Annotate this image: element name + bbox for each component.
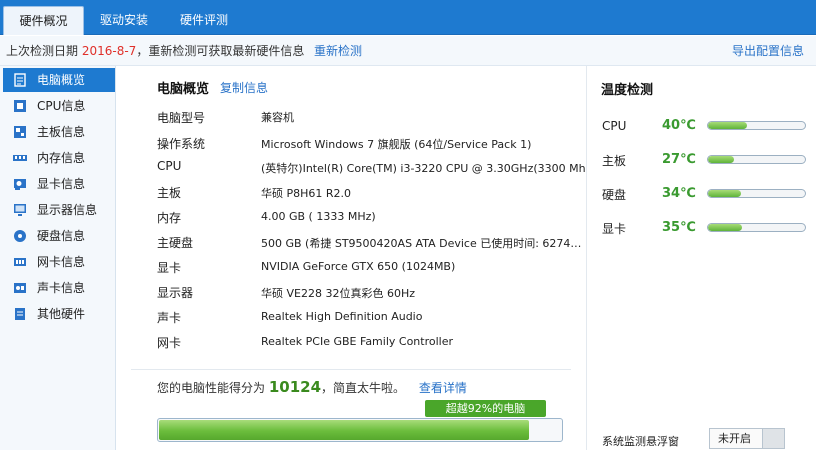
row-label-sound: 声卡 bbox=[157, 311, 182, 325]
sidebar-item-label: 显卡信息 bbox=[37, 177, 86, 191]
temp-bar-fill bbox=[708, 156, 735, 163]
temp-label-disk: 硬盘 bbox=[602, 188, 627, 202]
temp-label-motherboard: 主板 bbox=[602, 154, 627, 168]
sidebar-item-hard-disk[interactable]: 硬盘信息 bbox=[3, 224, 115, 248]
performance-progress-bar bbox=[157, 418, 563, 442]
surpass-badge: 超越92%的电脑 bbox=[425, 400, 546, 417]
sidebar-item-label: 主板信息 bbox=[37, 125, 86, 139]
sidebar-item-label: 内存信息 bbox=[37, 151, 86, 165]
sound-card-icon bbox=[14, 283, 26, 293]
sidebar-item-motherboard[interactable]: 主板信息 bbox=[3, 120, 115, 144]
temp-bar-cpu bbox=[707, 121, 806, 130]
sidebar-item-label: 声卡信息 bbox=[37, 281, 86, 295]
sidebar-item-monitor[interactable]: 显示器信息 bbox=[3, 198, 115, 222]
row-label-os: 操作系统 bbox=[157, 137, 206, 151]
overview-title: 电脑概览 bbox=[157, 82, 210, 97]
temp-value-cpu: 40℃ bbox=[662, 118, 696, 133]
tab-hardware-overview[interactable]: 硬件概况 bbox=[3, 6, 84, 35]
temperature-panel: 温度检测 CPU 40℃ 主板 27℃ 硬盘 34℃ 显卡 35℃ 系统监测悬浮… bbox=[586, 66, 816, 450]
hard-disk-icon bbox=[14, 230, 26, 242]
memory-icon bbox=[13, 155, 27, 161]
sidebar-item-cpu[interactable]: CPU信息 bbox=[3, 94, 115, 118]
motherboard-icon bbox=[14, 126, 26, 138]
temperature-title: 温度检测 bbox=[601, 83, 654, 98]
monitor-icon bbox=[14, 204, 26, 216]
sidebar-item-label: 其他硬件 bbox=[37, 307, 86, 321]
recheck-link[interactable]: 重新检测 bbox=[314, 36, 362, 66]
sidebar-item-memory[interactable]: 内存信息 bbox=[3, 146, 115, 170]
tab-driver-install[interactable]: 驱动安装 bbox=[86, 6, 162, 35]
row-label-disk: 主硬盘 bbox=[157, 236, 194, 250]
row-value-motherboard: 华硕 P8H61 R2.0 bbox=[261, 187, 352, 200]
temp-bar-fill bbox=[708, 122, 747, 129]
overview-panel: 电脑概览 复制信息 电脑型号 兼容机 操作系统 Microsoft Window… bbox=[117, 66, 596, 450]
tab-hardware-benchmark[interactable]: 硬件评测 bbox=[166, 6, 242, 35]
float-window-toggle[interactable]: 未开启 bbox=[709, 428, 785, 449]
row-label-network: 网卡 bbox=[157, 336, 182, 350]
sidebar-item-graphics[interactable]: 显卡信息 bbox=[3, 172, 115, 196]
temp-bar-disk bbox=[707, 189, 806, 198]
performance-progress-fill bbox=[159, 420, 529, 440]
float-window-label: 系统监测悬浮窗 bbox=[602, 435, 679, 448]
row-label-graphics: 显卡 bbox=[157, 261, 182, 275]
row-value-cpu: (英特尔)Intel(R) Core(TM) i3-3220 CPU @ 3.3… bbox=[261, 162, 596, 175]
view-details-link[interactable]: 查看详情 bbox=[419, 381, 467, 395]
cpu-icon bbox=[14, 100, 26, 112]
temp-label-graphics: 显卡 bbox=[602, 222, 627, 236]
row-value-network: Realtek PCIe GBE Family Controller bbox=[261, 335, 454, 348]
temp-bar-graphics bbox=[707, 223, 806, 232]
sidebar-item-label: CPU信息 bbox=[37, 99, 86, 113]
sidebar-item-label: 网卡信息 bbox=[37, 255, 86, 269]
row-value-graphics: NVIDIA GeForce GTX 650 (1024MB) bbox=[261, 260, 456, 273]
copy-info-link[interactable]: 复制信息 bbox=[220, 79, 268, 96]
row-value-model: 兼容机 bbox=[261, 111, 294, 124]
temp-value-disk: 34℃ bbox=[662, 186, 696, 201]
row-label-memory: 内存 bbox=[157, 211, 182, 225]
row-value-monitor: 华硕 VE228 32位真彩色 60Hz bbox=[261, 287, 415, 300]
row-value-memory: 4.00 GB ( 1333 MHz) bbox=[261, 210, 376, 223]
divider bbox=[131, 369, 571, 370]
row-label-cpu: CPU bbox=[157, 159, 182, 173]
last-check-text: 上次检测日期 2016-8-7，重新检测可获取最新硬件信息 bbox=[6, 44, 305, 58]
toggle-knob bbox=[762, 429, 784, 448]
sidebar-item-other[interactable]: 其他硬件 bbox=[3, 302, 115, 326]
sidebar-item-label: 电脑概览 bbox=[37, 73, 86, 87]
sidebar-item-overview[interactable]: 电脑概览 bbox=[3, 68, 115, 92]
last-check-date: 2016-8-7 bbox=[81, 44, 137, 58]
temp-label-cpu: CPU bbox=[602, 119, 627, 133]
performance-score-value: 10124 bbox=[268, 378, 322, 396]
tab-bar: 硬件概况 驱动安装 硬件评测 bbox=[0, 0, 816, 35]
row-value-disk: 500 GB (希捷 ST9500420AS ATA Device 已使用时间:… bbox=[261, 237, 582, 250]
temp-bar-motherboard bbox=[707, 155, 806, 164]
temp-bar-fill bbox=[708, 190, 741, 197]
row-label-monitor: 显示器 bbox=[157, 286, 194, 300]
temp-value-graphics: 35℃ bbox=[662, 220, 696, 235]
sidebar-item-label: 显示器信息 bbox=[37, 203, 98, 217]
row-value-os: Microsoft Windows 7 旗舰版 (64位/Service Pac… bbox=[261, 138, 532, 151]
sidebar: 电脑概览 CPU信息 主板信息 内存信息 显卡信息 显示器信息 硬盘信息 网卡信… bbox=[0, 66, 116, 450]
sidebar-item-label: 硬盘信息 bbox=[37, 229, 86, 243]
sidebar-item-sound[interactable]: 声卡信息 bbox=[3, 276, 115, 300]
sidebar-item-network[interactable]: 网卡信息 bbox=[3, 250, 115, 274]
temp-bar-fill bbox=[708, 224, 742, 231]
other-hardware-icon bbox=[15, 308, 25, 320]
row-label-motherboard: 主板 bbox=[157, 186, 182, 200]
performance-score-text: 您的电脑性能得分为 10124，简直太牛啦。 查看详情 bbox=[157, 378, 467, 396]
export-config-link[interactable]: 导出配置信息 bbox=[732, 36, 804, 66]
graphics-card-icon bbox=[14, 179, 26, 190]
clipboard-icon bbox=[14, 73, 26, 87]
row-value-sound: Realtek High Definition Audio bbox=[261, 310, 423, 323]
row-label-model: 电脑型号 bbox=[157, 111, 206, 125]
temp-value-motherboard: 27℃ bbox=[662, 152, 696, 167]
network-card-icon bbox=[14, 258, 26, 266]
toggle-text: 未开启 bbox=[718, 432, 751, 445]
info-bar: 上次检测日期 2016-8-7，重新检测可获取最新硬件信息 重新检测 导出配置信… bbox=[0, 36, 816, 66]
